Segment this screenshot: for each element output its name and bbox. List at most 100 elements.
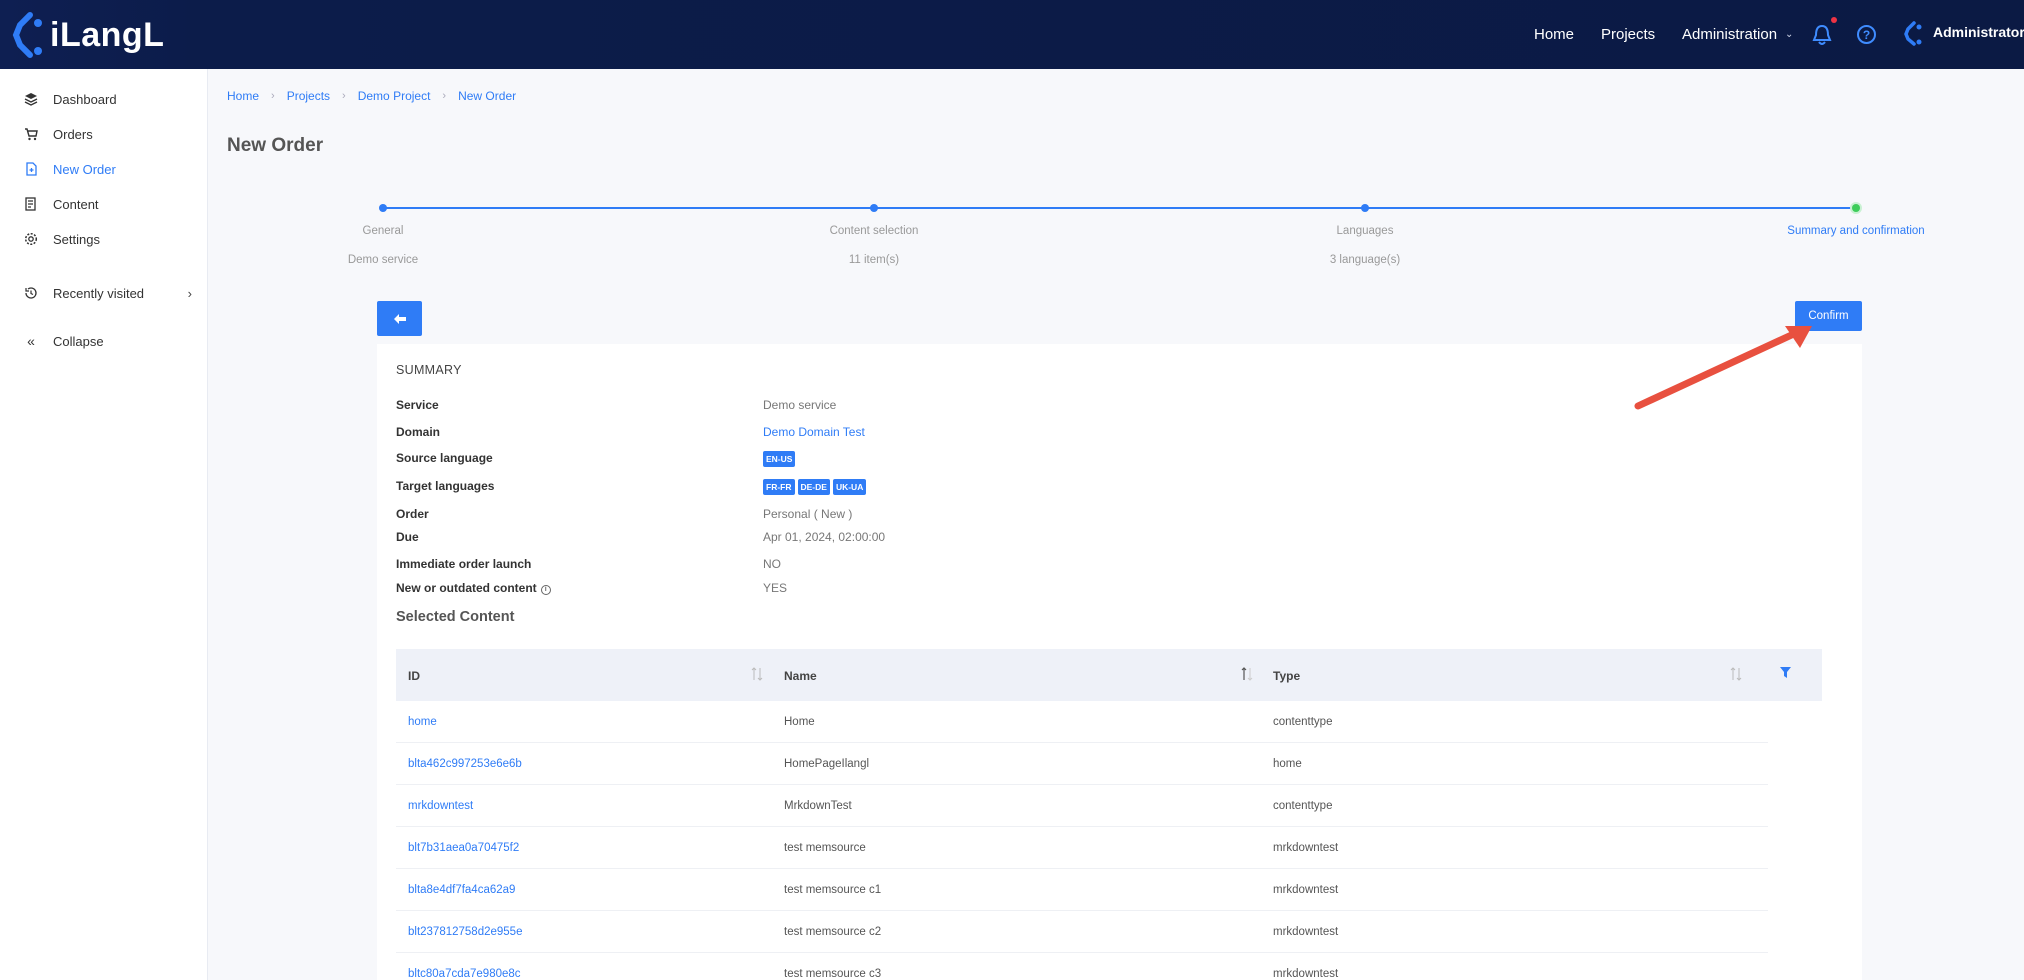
- sidebar-item-collapse[interactable]: « Collapse: [24, 331, 192, 351]
- step-dot-content-selection[interactable]: [870, 204, 878, 212]
- sidebar-item-recently-visited[interactable]: Recently visited ›: [24, 283, 192, 303]
- arrow-left-icon: [393, 313, 406, 324]
- sidebar: Dashboard Orders New Order Content Setti…: [0, 69, 208, 980]
- history-icon: [24, 286, 38, 300]
- sidebar-item-settings[interactable]: Settings: [24, 229, 192, 249]
- content-type: home: [1273, 758, 1302, 770]
- administration-dropdown[interactable]: Administration ⌄: [1682, 26, 1793, 43]
- sort-ascending-icon[interactable]: [1241, 665, 1253, 683]
- top-navigation-bar: iLangL Home Projects Administration ⌄ ? …: [0, 0, 2024, 69]
- user-name[interactable]: Administrator: [1933, 24, 2024, 40]
- domain-link[interactable]: Demo Domain Test: [763, 425, 865, 439]
- ilangl-logo[interactable]: iLangL: [8, 10, 164, 60]
- language-tag: DE-DE: [797, 479, 830, 495]
- table-row[interactable]: home Home contenttype: [396, 701, 1768, 743]
- back-button[interactable]: [377, 301, 422, 336]
- table-row[interactable]: blt237812758d2e955e test memsource c2 mr…: [396, 911, 1768, 953]
- chevron-right-icon: ›: [342, 90, 346, 102]
- sort-icon[interactable]: [751, 665, 763, 683]
- content-name: test memsource c2: [784, 926, 882, 938]
- breadcrumb-demo-project[interactable]: Demo Project: [358, 89, 431, 103]
- sidebar-item-label: Content: [53, 196, 99, 212]
- column-header-id[interactable]: ID: [408, 669, 420, 683]
- content-type: mrkdowntest: [1273, 968, 1339, 980]
- stepper-progress-line: [383, 207, 1856, 209]
- nav-home-link[interactable]: Home: [1534, 26, 1574, 43]
- outdated-content-label: New or outdated content i: [396, 581, 551, 595]
- sidebar-item-label: Recently visited: [53, 285, 145, 301]
- immediate-launch-label: Immediate order launch: [396, 557, 532, 571]
- chevron-down-icon: ⌄: [1785, 29, 1794, 40]
- filter-icon[interactable]: [1779, 666, 1792, 679]
- content-name: Home: [784, 716, 815, 728]
- sidebar-item-dashboard[interactable]: Dashboard: [24, 89, 192, 109]
- table-row[interactable]: blta8e4df7fa4ca62a9 test memsource c1 mr…: [396, 869, 1768, 911]
- sidebar-item-orders[interactable]: Orders: [24, 124, 192, 144]
- sort-icon[interactable]: [1730, 665, 1742, 683]
- outdated-content-value: YES: [763, 581, 788, 595]
- step-dot-general[interactable]: [379, 204, 387, 212]
- content-id-link[interactable]: mrkdowntest: [408, 800, 473, 812]
- table-row[interactable]: blta462c997253e6e6b HomePageIlangl home: [396, 743, 1768, 785]
- source-language-value: EN-US: [763, 451, 798, 467]
- chevron-right-icon: ›: [442, 90, 447, 102]
- content-id-link[interactable]: home: [408, 716, 437, 728]
- content-name: HomePageIlangl: [784, 758, 870, 770]
- summary-title: SUMMARY: [396, 363, 462, 377]
- notification-bell-icon[interactable]: [1812, 24, 1832, 46]
- sidebar-item-label: Orders: [53, 126, 93, 142]
- user-avatar-icon[interactable]: [1902, 20, 1924, 46]
- sidebar-item-label: Settings: [53, 231, 100, 247]
- table-row[interactable]: blt7b31aea0a70475f2 test memsource mrkdo…: [396, 827, 1768, 869]
- layers-icon: [24, 92, 38, 106]
- breadcrumb-new-order[interactable]: New Order: [458, 89, 516, 103]
- content-id-link[interactable]: blt7b31aea0a70475f2: [408, 842, 519, 854]
- content-id-link[interactable]: blt237812758d2e955e: [408, 926, 522, 938]
- confirm-button[interactable]: Confirm: [1795, 301, 1862, 331]
- column-header-type[interactable]: Type: [1273, 669, 1300, 683]
- sidebar-item-new-order[interactable]: New Order: [24, 159, 192, 179]
- content-type: mrkdowntest: [1273, 926, 1339, 938]
- sidebar-item-label: Dashboard: [53, 91, 117, 107]
- nav-projects-link[interactable]: Projects: [1601, 26, 1655, 43]
- outdated-content-label-text: New or outdated content: [396, 581, 537, 595]
- due-value: Apr 01, 2024, 02:00:00: [763, 530, 886, 544]
- content-type: mrkdowntest: [1273, 884, 1339, 896]
- source-language-label: Source language: [396, 451, 493, 465]
- help-icon[interactable]: ?: [1857, 25, 1876, 44]
- column-header-name[interactable]: Name: [784, 669, 817, 683]
- target-languages-label: Target languages: [396, 479, 495, 493]
- content-type: contenttype: [1273, 800, 1333, 812]
- content-type: mrkdowntest: [1273, 842, 1339, 854]
- breadcrumb-projects[interactable]: Projects: [287, 89, 330, 103]
- nav-administration-label: Administration: [1682, 26, 1778, 43]
- content-name: test memsource c1: [784, 884, 882, 896]
- service-label: Service: [396, 398, 439, 412]
- ilangl-logo-icon: [12, 12, 42, 58]
- double-chevron-left-icon: «: [27, 333, 35, 349]
- step-label-summary: Summary and confirmation: [1787, 225, 1925, 237]
- page-title: New Order: [227, 135, 324, 156]
- sidebar-item-content[interactable]: Content: [24, 194, 192, 214]
- chevron-right-icon: ›: [271, 90, 275, 102]
- summary-card: SUMMARY Service Demo service Domain Demo…: [377, 344, 1862, 980]
- sidebar-item-label: Collapse: [53, 333, 104, 349]
- selected-content-title: Selected Content: [396, 609, 515, 625]
- gear-icon: [24, 232, 38, 246]
- info-icon[interactable]: i: [540, 585, 551, 595]
- content-name: MrkdownTest: [784, 800, 852, 812]
- breadcrumb-home[interactable]: Home: [227, 89, 259, 103]
- domain-label: Domain: [396, 425, 441, 439]
- content-id-link[interactable]: bltc80a7cda7e980e8c: [408, 968, 521, 980]
- step-dot-languages[interactable]: [1361, 204, 1369, 212]
- table-row[interactable]: mrkdowntest MrkdownTest contenttype: [396, 785, 1768, 827]
- step-label-languages: Languages: [1336, 225, 1394, 237]
- table-row[interactable]: bltc80a7cda7e980e8c test memsource c3 mr…: [396, 953, 1768, 980]
- content-id-link[interactable]: blta462c997253e6e6b: [408, 758, 522, 770]
- target-languages-value: FR-FR DE-DE UK-UA: [763, 479, 869, 495]
- cart-icon: [24, 127, 38, 141]
- notification-dot: [1831, 17, 1837, 23]
- step-sub-general: Demo service: [347, 254, 419, 266]
- step-dot-summary[interactable]: [1852, 204, 1860, 212]
- content-id-link[interactable]: blta8e4df7fa4ca62a9: [408, 884, 515, 896]
